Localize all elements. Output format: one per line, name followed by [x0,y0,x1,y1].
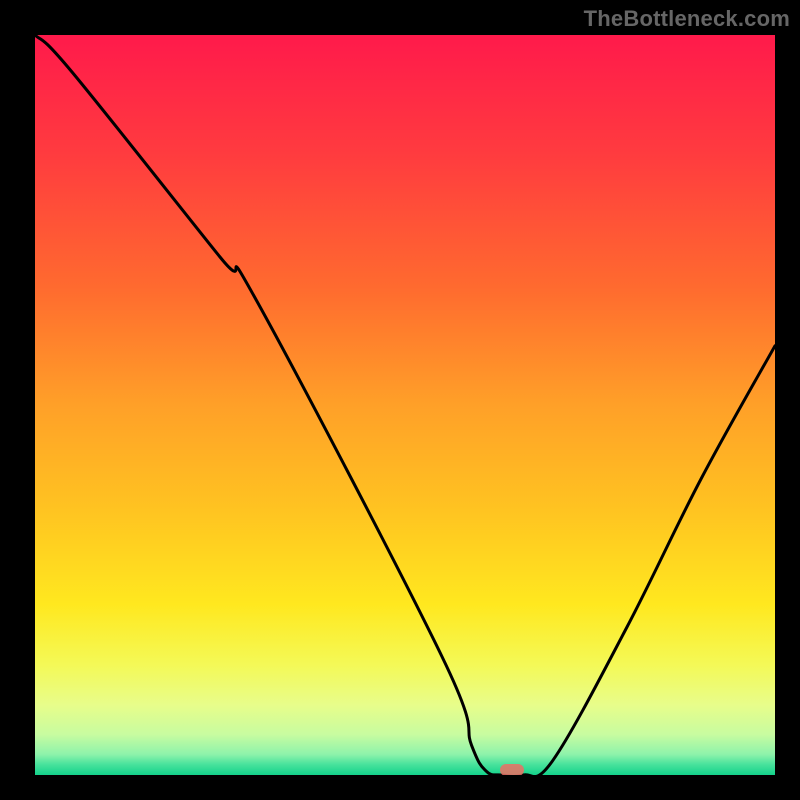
plot-svg [35,35,775,775]
plot-area [35,35,775,775]
optimum-marker [500,764,524,775]
chart-stage: TheBottleneck.com [0,0,800,800]
watermark-text: TheBottleneck.com [584,6,790,32]
gradient-background [35,35,775,775]
